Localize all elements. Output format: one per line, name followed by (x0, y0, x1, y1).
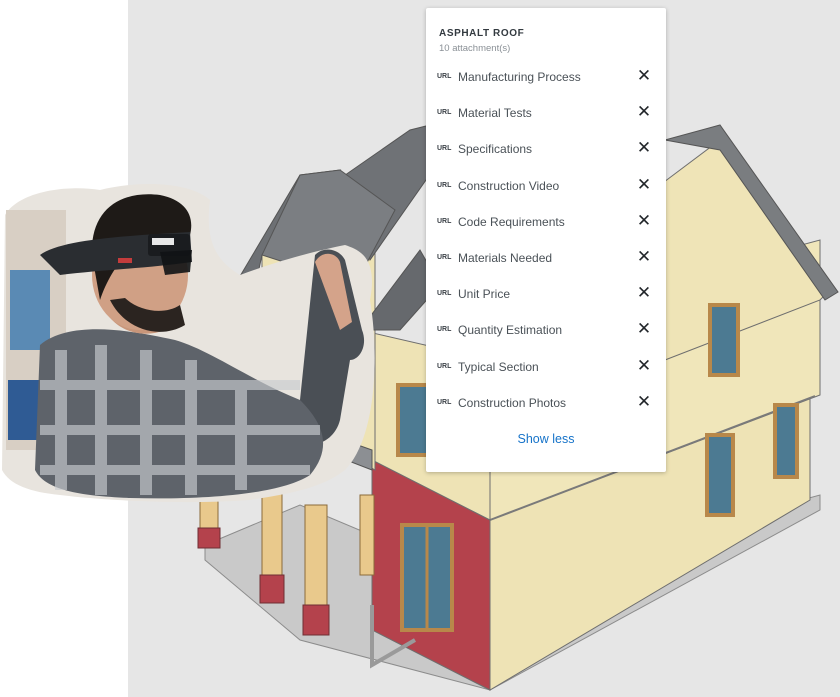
close-icon[interactable]: ✕ (636, 212, 652, 229)
attachment-list: URL Manufacturing Process ✕ URL Material… (426, 63, 666, 425)
panel-title: ASPHALT ROOF (439, 28, 525, 39)
attachment-item-materials-needed[interactable]: URL Materials Needed ✕ (426, 244, 666, 280)
attachment-item-code-requirements[interactable]: URL Code Requirements ✕ (426, 208, 666, 244)
attachment-label[interactable]: Quantity Estimation (458, 323, 562, 337)
url-badge-icon: URL (437, 398, 452, 406)
close-icon[interactable]: ✕ (636, 104, 652, 121)
attachment-item-specifications[interactable]: URL Specifications ✕ (426, 135, 666, 171)
model-viewport[interactable] (0, 0, 840, 697)
url-badge-icon: URL (437, 109, 452, 117)
close-icon[interactable]: ✕ (636, 68, 652, 85)
attachment-label[interactable]: Construction Video (458, 179, 559, 193)
url-badge-icon: URL (437, 362, 452, 370)
attachment-item-construction-photos[interactable]: URL Construction Photos ✕ (426, 389, 666, 425)
url-badge-icon: URL (437, 181, 452, 189)
attachment-item-manufacturing-process[interactable]: URL Manufacturing Process ✕ (426, 63, 666, 99)
attachment-item-material-tests[interactable]: URL Material Tests ✕ (426, 99, 666, 135)
url-badge-icon: URL (437, 326, 452, 334)
close-icon[interactable]: ✕ (636, 393, 652, 410)
url-badge-icon: URL (437, 253, 452, 261)
url-badge-icon: URL (437, 73, 452, 80)
attachment-count: 10 attachment(s) (439, 43, 511, 54)
close-icon[interactable]: ✕ (636, 176, 652, 193)
close-icon[interactable]: ✕ (636, 357, 652, 374)
attachment-label[interactable]: Code Requirements (458, 215, 565, 229)
attachment-label[interactable]: Specifications (458, 142, 532, 156)
attachment-label[interactable]: Materials Needed (458, 251, 552, 265)
attachment-label[interactable]: Typical Section (458, 360, 539, 374)
attachment-item-quantity-estimation[interactable]: URL Quantity Estimation ✕ (426, 316, 666, 352)
url-badge-icon: URL (437, 217, 452, 225)
show-less-link[interactable]: Show less (426, 432, 666, 446)
close-icon[interactable]: ✕ (636, 140, 652, 157)
url-badge-icon: URL (437, 145, 452, 153)
attachment-item-typical-section[interactable]: URL Typical Section ✕ (426, 353, 666, 389)
attachment-label[interactable]: Construction Photos (458, 396, 566, 410)
attachment-label[interactable]: Material Tests (458, 106, 532, 120)
attachment-item-construction-video[interactable]: URL Construction Video ✕ (426, 172, 666, 208)
attachments-panel: ASPHALT ROOF 10 attachment(s) URL Manufa… (426, 8, 666, 472)
front-door (359, 494, 375, 576)
close-icon[interactable]: ✕ (636, 285, 652, 302)
url-badge-icon: URL (437, 290, 452, 298)
close-icon[interactable]: ✕ (636, 321, 652, 338)
attachment-label[interactable]: Unit Price (458, 287, 510, 301)
attachment-item-unit-price[interactable]: URL Unit Price ✕ (426, 280, 666, 316)
close-icon[interactable]: ✕ (636, 248, 652, 265)
attachment-label[interactable]: Manufacturing Process (458, 70, 581, 84)
